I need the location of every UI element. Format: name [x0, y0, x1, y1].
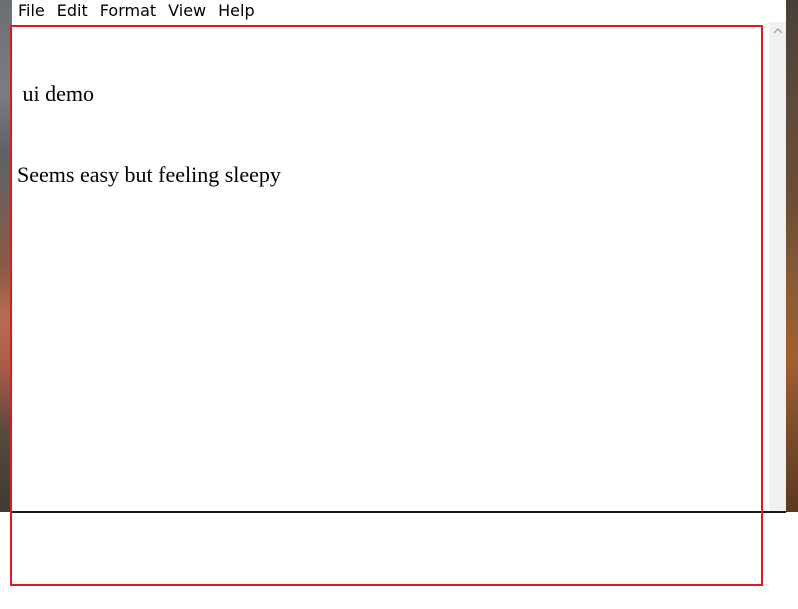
editor-line: Seems easy but feeling sleepy: [17, 162, 281, 187]
desktop-wallpaper-left: [0, 0, 12, 512]
text-editor-area[interactable]: ui demo Seems easy but feeling sleepy: [12, 22, 769, 511]
desktop-screenshot: File Edit Format View Help ui demo Seems…: [0, 0, 798, 609]
menu-bar: File Edit Format View Help: [12, 0, 786, 22]
menu-view[interactable]: View: [162, 0, 212, 22]
menu-format[interactable]: Format: [94, 0, 162, 22]
window-bottom-edge: [12, 511, 786, 513]
menu-edit[interactable]: Edit: [51, 0, 94, 22]
editor-line: ui demo: [17, 81, 95, 106]
chevron-up-icon[interactable]: [769, 22, 786, 39]
notepad-window: File Edit Format View Help ui demo Seems…: [12, 0, 786, 512]
menu-help[interactable]: Help: [212, 0, 260, 22]
menu-file[interactable]: File: [12, 0, 51, 22]
vertical-scrollbar[interactable]: [769, 22, 786, 511]
desktop-wallpaper-right: [786, 0, 798, 512]
